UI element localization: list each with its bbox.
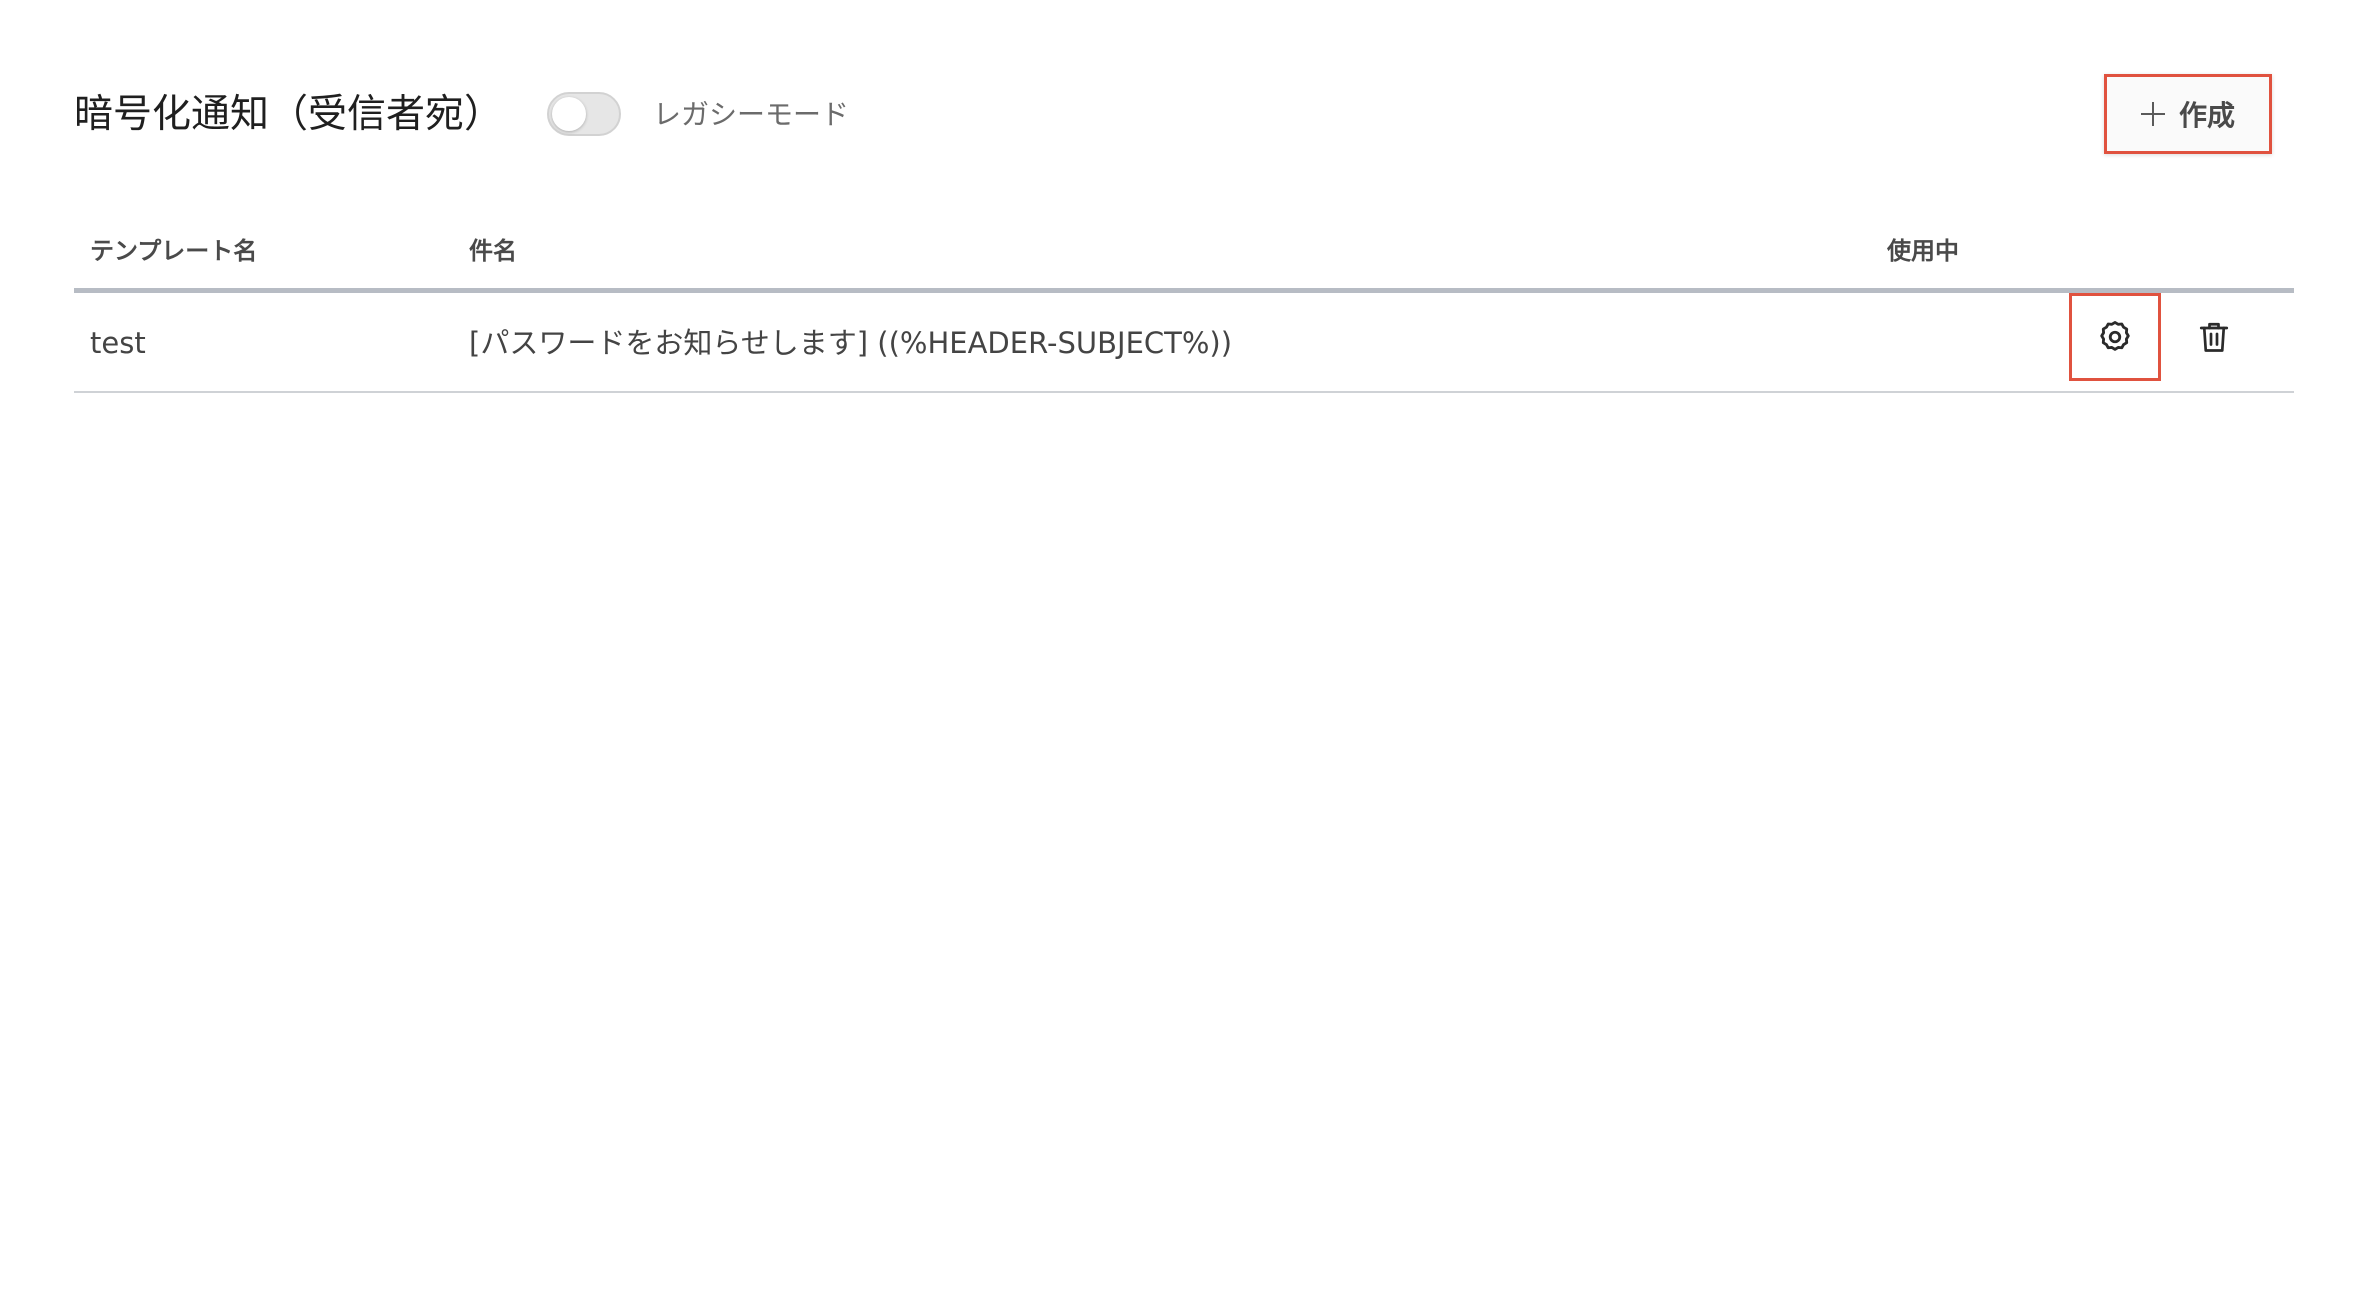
toggle-knob [552, 97, 586, 131]
trash-icon [2199, 322, 2229, 352]
plus-icon [2140, 102, 2165, 126]
cell-subject: [パスワードをお知らせします] ((%HEADER-SUBJECT%)) [469, 326, 1233, 360]
template-table: テンプレート名 件名 使用中 test [パスワードをお知らせします] ((%H… [74, 220, 2294, 393]
table-header: テンプレート名 件名 使用中 [74, 220, 2294, 293]
column-header-in-use: 使用中 [1887, 237, 1959, 265]
settings-button[interactable] [2069, 293, 2161, 381]
page-title: 暗号化通知（受信者宛） [74, 92, 504, 137]
create-button-label: 作成 [2178, 99, 2235, 132]
page: 暗号化通知（受信者宛） レガシーモード 作成 テンプレート名 件名 使用中 te… [0, 0, 2366, 1290]
delete-button[interactable] [2170, 293, 2258, 381]
legacy-mode-toggle[interactable] [547, 92, 621, 136]
header: 暗号化通知（受信者宛） レガシーモード 作成 [74, 70, 2294, 160]
cell-template-name: test [90, 326, 146, 360]
column-header-template-name: テンプレート名 [90, 237, 258, 265]
create-button[interactable]: 作成 [2104, 74, 2272, 154]
table-row: test [パスワードをお知らせします] ((%HEADER-SUBJECT%)… [74, 293, 2294, 393]
gear-icon [2100, 321, 2130, 351]
column-header-subject: 件名 [469, 237, 517, 265]
legacy-mode-label: レガシーモード [653, 98, 850, 131]
